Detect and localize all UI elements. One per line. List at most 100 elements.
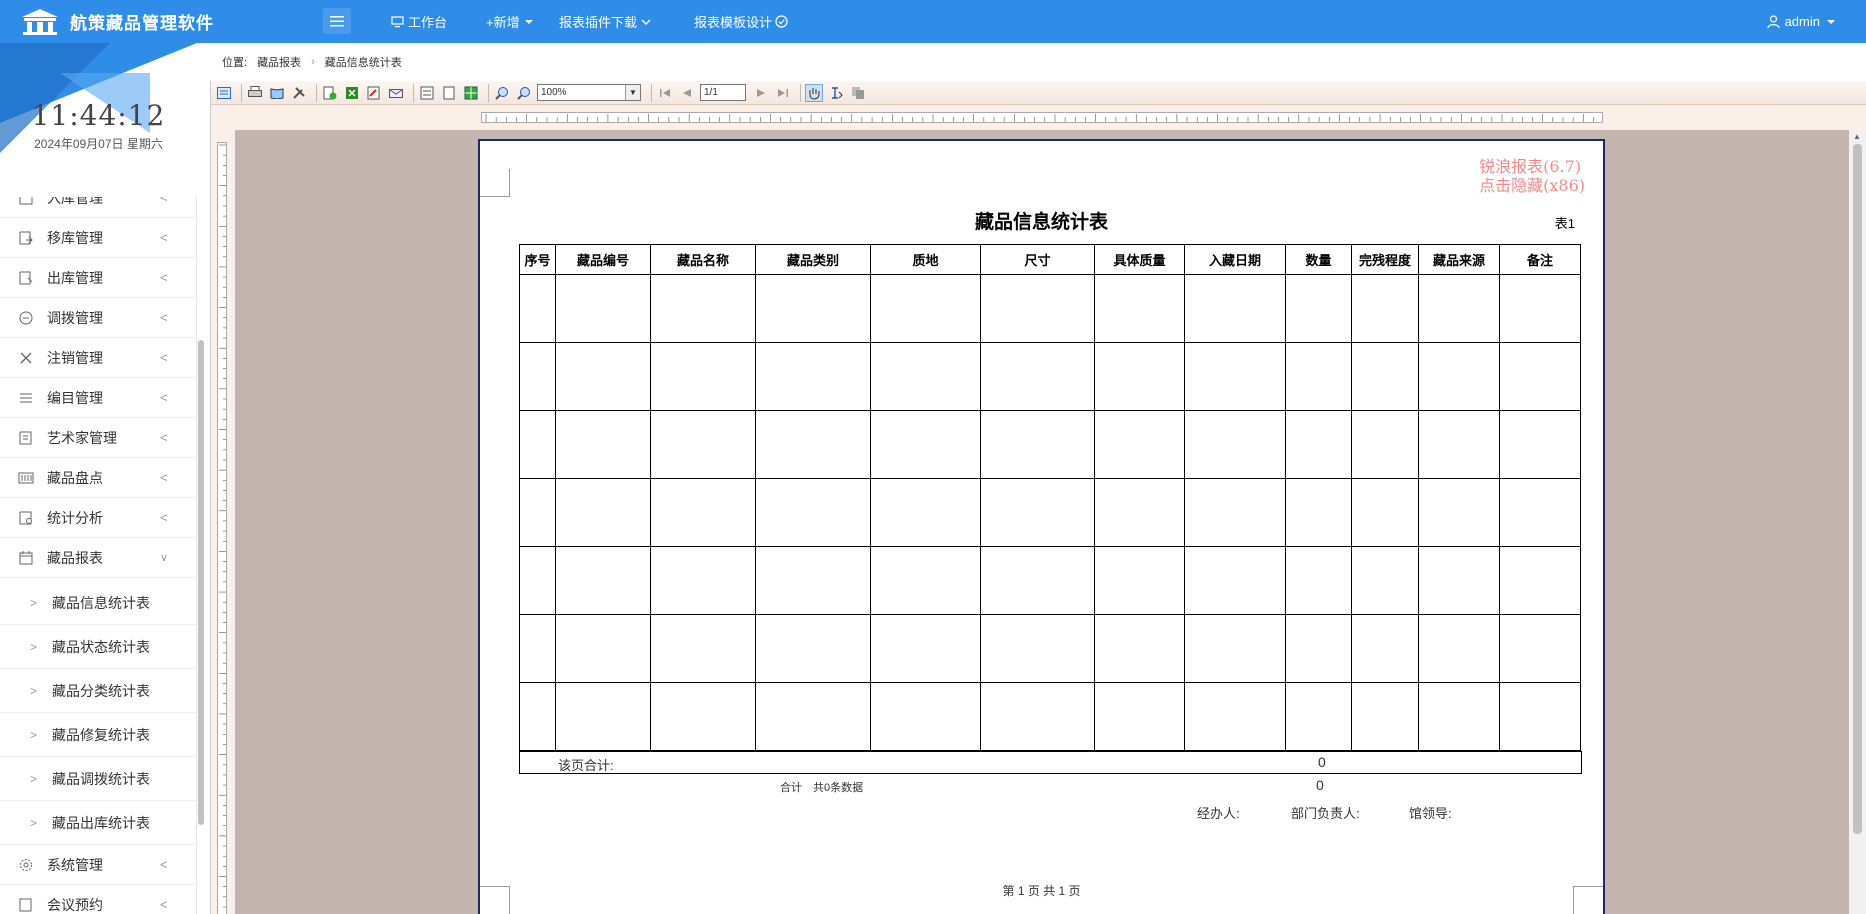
swap-icon — [19, 311, 33, 324]
toolbar-separator — [651, 83, 652, 102]
chevron-right-icon: > — [30, 815, 38, 830]
table-header-cell: 序号 — [519, 244, 556, 275]
report-table: 序号 藏品编号 藏品名称 藏品类别 质地 尺寸 具体质量 入藏日期 数量 完残程… — [519, 244, 1581, 751]
sidebar-item-inbound[interactable]: 入库管理 < — [0, 197, 196, 218]
sidebar-subitem-status-report[interactable]: > 藏品状态统计表 — [0, 625, 196, 669]
watermark-line1: 锐浪报表(6.7) — [1479, 157, 1582, 176]
sidebar-subitem-info-report[interactable]: > 藏品信息统计表 — [0, 581, 196, 625]
nav-workbench[interactable]: 工作台 — [391, 0, 447, 43]
user-menu[interactable]: admin — [1766, 0, 1836, 43]
page-corner-mark — [480, 169, 510, 197]
sidebar-subitem-category-report[interactable]: > 藏品分类统计表 — [0, 669, 196, 713]
viewer-scrollbar[interactable]: ▲ — [1849, 130, 1866, 914]
toolbar-text-select-button[interactable] — [827, 84, 845, 102]
chevron-left-icon: < — [160, 310, 168, 325]
table-header-cell: 质地 — [870, 244, 981, 275]
sidebar-item-meeting[interactable]: 会议预约 < — [0, 885, 196, 914]
chevron-right-icon: > — [30, 595, 38, 610]
toolbar-excel-button[interactable] — [343, 84, 361, 102]
page-number-value: 1/1 — [704, 87, 718, 98]
user-icon — [1766, 14, 1780, 28]
toolbar-single-page-button[interactable] — [440, 84, 458, 102]
toolbar-settings-button[interactable] — [290, 84, 308, 102]
sidebar-scrollbar[interactable] — [198, 340, 204, 825]
toolbar-zoom-out-button[interactable] — [515, 84, 533, 102]
chevron-left-icon: < — [160, 390, 168, 405]
sidebar-subitem-allocation-report[interactable]: > 藏品调拨统计表 — [0, 757, 196, 801]
page-icon — [443, 86, 455, 99]
nav-plugin-download-label: 报表插件下载 — [559, 15, 638, 30]
excel-icon — [346, 86, 358, 99]
toolbar-last-page-button[interactable] — [774, 84, 792, 102]
prev-page-icon — [683, 88, 691, 97]
watermark[interactable]: 锐浪报表(6.7) 点击隐藏(x86) — [1479, 157, 1585, 195]
toolbar-zoom-in-button[interactable] — [493, 84, 511, 102]
chevron-left-icon: < — [160, 270, 168, 285]
toolbar-prev-page-button[interactable] — [678, 84, 696, 102]
toolbar-preview-button[interactable] — [268, 84, 286, 102]
chevron-left-icon: < — [160, 897, 168, 912]
sidebar-subitem-repair-report[interactable]: > 藏品修复统计表 — [0, 713, 196, 757]
page-number-input[interactable]: 1/1 — [700, 84, 746, 101]
sidebar-item-statistics[interactable]: 统计分析 < — [0, 498, 196, 538]
sign-department: 部门负责人: — [1291, 806, 1360, 821]
menu-toggle-button[interactable] — [323, 8, 351, 34]
nav-add[interactable]: +新增 — [486, 0, 538, 43]
brand: 航策藏品管理软件 — [20, 8, 214, 35]
toolbar-separator — [316, 83, 317, 102]
sidebar-subitem-outbound-report[interactable]: > 藏品出库统计表 — [0, 801, 196, 845]
sidebar-item-cancel[interactable]: 注销管理 < — [0, 338, 196, 378]
nav-plugin-download[interactable]: 报表插件下载 — [559, 0, 655, 43]
toolbar-hand-tool-button[interactable] — [805, 83, 823, 102]
artist-icon — [19, 431, 32, 444]
toolbar-email-button[interactable] — [387, 84, 405, 102]
breadcrumb-prefix: 位置: — [222, 57, 248, 69]
table-header-cell: 藏品类别 — [755, 244, 871, 275]
nav-template-design[interactable]: 报表模板设计 — [694, 0, 792, 43]
pages-icon — [464, 86, 478, 99]
zoom-out-icon — [517, 86, 530, 100]
toolbar-export-button[interactable] — [321, 84, 339, 102]
sidebar-header: 11:44:12 2024年09月07日 星期六 — [0, 43, 197, 197]
table-header-cell: 尺寸 — [980, 244, 1095, 275]
nav-template-design-label: 报表模板设计 — [694, 15, 773, 30]
page-footer: 第 1 页 共 1 页 — [1002, 884, 1081, 898]
sidebar-item-catalog[interactable]: 编目管理 < — [0, 378, 196, 418]
toolbar-toc-button[interactable] — [215, 84, 233, 102]
copy-icon — [852, 86, 864, 99]
zoom-select[interactable]: 100% ▼ — [537, 84, 641, 101]
close-icon — [20, 352, 32, 363]
table-header-cell: 完残程度 — [1351, 244, 1419, 275]
first-page-icon — [660, 88, 670, 97]
hand-icon — [809, 87, 820, 100]
mail-icon — [389, 88, 403, 98]
sidebar-item-report[interactable]: 藏品报表 ∨ — [0, 538, 196, 578]
printer-icon — [248, 86, 262, 97]
inventory-icon — [18, 472, 34, 483]
toolbar-first-page-button[interactable] — [656, 84, 674, 102]
sidebar-item-outbound[interactable]: 出库管理 < — [0, 258, 196, 298]
sidebar-item-inventory[interactable]: 藏品盘点 < — [0, 458, 196, 498]
report-tag: 表1 — [1554, 216, 1575, 231]
table-body — [519, 274, 1581, 751]
toolbar-print-button[interactable] — [246, 84, 264, 102]
caret-down-icon — [524, 19, 533, 24]
sidebar-item-allocation[interactable]: 调拨管理 < — [0, 298, 196, 338]
chevron-left-icon: < — [160, 430, 168, 445]
monitor-icon — [391, 15, 404, 27]
table-header-row: 序号 藏品编号 藏品名称 藏品类别 质地 尺寸 具体质量 入藏日期 数量 完残程… — [519, 244, 1581, 275]
sidebar-item-system[interactable]: 系统管理 < — [0, 845, 196, 885]
toolbar-pdf-button[interactable] — [365, 84, 383, 102]
nav-add-label: +新增 — [486, 15, 520, 30]
page-total-label: 该页合计: — [558, 758, 614, 773]
toolbar-page-setup-button[interactable] — [418, 84, 436, 102]
breadcrumb-level1[interactable]: 藏品报表 — [257, 54, 301, 70]
sidebar-item-artist[interactable]: 艺术家管理 < — [0, 418, 196, 458]
scrollbar-thumb[interactable] — [1853, 144, 1862, 834]
table-row — [519, 274, 1581, 343]
toolbar-next-page-button[interactable] — [752, 84, 770, 102]
toolbar-multi-page-button[interactable] — [462, 84, 480, 102]
sidebar-item-transfer[interactable]: 移库管理 < — [0, 218, 196, 258]
book-icon — [270, 87, 284, 99]
toolbar-copy-button[interactable] — [849, 84, 867, 102]
